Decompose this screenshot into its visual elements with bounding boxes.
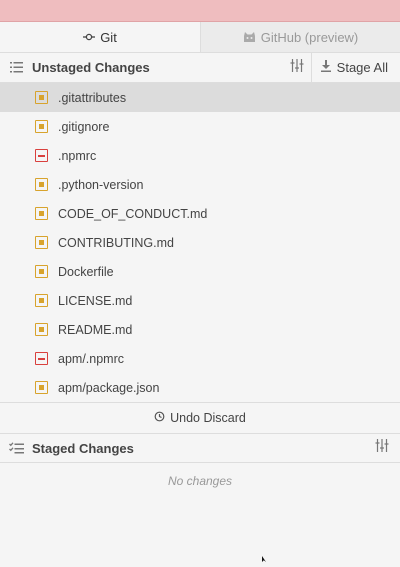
file-row[interactable]: LICENSE.md (0, 286, 400, 315)
deleted-status-icon (35, 352, 48, 365)
file-row[interactable]: .python-version (0, 170, 400, 199)
file-name: .gitattributes (58, 90, 127, 105)
sliders-icon (290, 58, 304, 77)
file-name: CONTRIBUTING.md (58, 235, 174, 250)
file-name: .npmrc (58, 148, 97, 163)
sort-options-button[interactable] (283, 53, 311, 82)
list-icon (0, 62, 32, 73)
git-commit-icon (83, 32, 96, 42)
file-row[interactable]: apm/package.json (0, 373, 400, 402)
file-name: LICENSE.md (58, 293, 133, 308)
file-row[interactable]: CODE_OF_CONDUCT.md (0, 199, 400, 228)
no-changes-message: No changes (167, 474, 233, 488)
file-name: apm/.npmrc (58, 351, 124, 366)
file-row[interactable]: .gitignore (0, 112, 400, 141)
staged-sort-options-button[interactable] (364, 434, 400, 462)
modified-status-icon (35, 178, 48, 191)
file-row[interactable]: .npmrc (0, 141, 400, 170)
modified-status-icon (35, 91, 48, 104)
undo-discard-label: Undo Discard (170, 411, 246, 425)
file-row[interactable]: apm/.npmrc (0, 344, 400, 373)
file-name: .gitignore (58, 119, 110, 134)
stage-all-label: Stage All (336, 60, 388, 75)
unstaged-changes-title: Unstaged Changes (32, 60, 150, 75)
checklist-icon (0, 442, 32, 454)
file-row[interactable]: README.md (0, 315, 400, 344)
mouse-cursor-icon (262, 549, 268, 567)
notification-strip (0, 0, 400, 22)
file-name: apm/package.json (58, 380, 160, 395)
staged-changes-header: Staged Changes (0, 433, 400, 463)
modified-status-icon (35, 381, 48, 394)
tab-github[interactable]: GitHub (preview) (200, 22, 400, 52)
modified-status-icon (35, 323, 48, 336)
tab-git[interactable]: Git (0, 22, 200, 52)
modified-status-icon (35, 207, 48, 220)
file-name: Dockerfile (58, 264, 114, 279)
file-name: CODE_OF_CONDUCT.md (58, 206, 208, 221)
tab-git-label: Git (100, 29, 117, 45)
undo-discard-button[interactable]: Undo Discard (0, 402, 400, 433)
staged-changes-title: Staged Changes (32, 440, 134, 456)
undo-icon (154, 411, 165, 425)
file-row[interactable]: Dockerfile (0, 257, 400, 286)
modified-status-icon (35, 294, 48, 307)
deleted-status-icon (35, 149, 48, 162)
tab-github-label: GitHub (preview) (260, 29, 359, 45)
tab-bar: Git GitHub (preview) (0, 22, 400, 53)
sliders-icon (375, 439, 389, 457)
modified-status-icon (35, 236, 48, 249)
file-name: README.md (58, 322, 133, 337)
download-icon (320, 60, 331, 75)
unstaged-file-list: .gitattributes .gitignore .npmrc .python… (0, 83, 400, 402)
modified-status-icon (35, 265, 48, 278)
file-name: .python-version (58, 177, 144, 192)
unstaged-changes-header: Unstaged Changes Stage All (0, 53, 400, 83)
stage-all-button[interactable]: Stage All (310, 53, 400, 82)
file-row[interactable]: .gitattributes (0, 83, 400, 112)
file-row[interactable]: CONTRIBUTING.md (0, 228, 400, 257)
modified-status-icon (35, 120, 48, 133)
github-icon (243, 31, 256, 43)
